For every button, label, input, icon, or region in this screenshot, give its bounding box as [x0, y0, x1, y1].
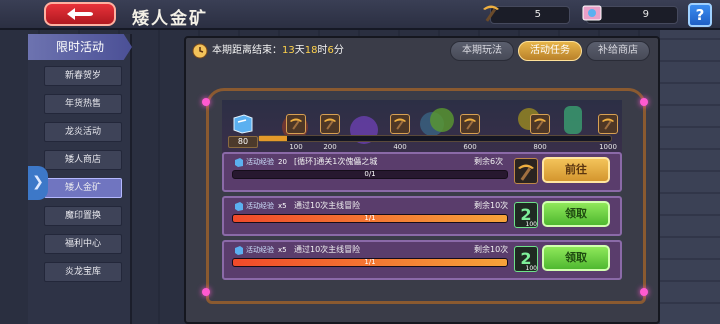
back-arrow-icon — [67, 8, 93, 20]
task-reward-qty: 20 — [278, 158, 287, 166]
frame-lamp — [640, 288, 648, 296]
milestone-reward-pickaxe-icon[interactable] — [460, 114, 480, 134]
task-reward-label: 活动经验 — [246, 158, 274, 166]
task-reward-label: 活动经验 — [246, 246, 274, 254]
task-progress-text: 0/1 — [364, 170, 376, 178]
help-button[interactable]: ? — [688, 3, 712, 27]
task-name: 通过10次主线冒险 — [294, 245, 361, 254]
milestone-label: 100 — [289, 143, 303, 151]
task-row: 活动经验 x5 通过10次主线冒险 剩余10次 1/1 2 100 领取 — [222, 240, 622, 280]
tab-gameplay[interactable]: 本期玩法 — [450, 41, 514, 61]
task-reward-qty: x5 — [278, 246, 287, 254]
timer-days: 13 — [282, 45, 295, 56]
pickaxe-icon — [483, 5, 499, 22]
sidebar-item-new-year-sale[interactable]: 年货热售 — [44, 94, 122, 114]
task-reward: 活动经验 20 — [234, 157, 287, 167]
experience-book-icon — [235, 201, 243, 211]
timer-prefix: 本期距离结束： — [212, 45, 282, 56]
task-item-qty: 100 — [525, 265, 537, 272]
task-progress-text: 1/1 — [364, 214, 376, 222]
experience-book-icon — [235, 245, 243, 255]
task-remaining: 剩余10次 — [474, 201, 509, 210]
experience-book-icon — [233, 114, 253, 134]
task-name: [循环]通关1次傀儡之城 — [294, 157, 378, 166]
background-wall — [660, 30, 720, 324]
tab-activity-tasks[interactable]: 活动任务 — [518, 41, 582, 61]
task-reward: 活动经验 x5 — [234, 245, 287, 255]
potion-flask — [564, 106, 582, 134]
claim-button[interactable]: 领取 — [542, 245, 610, 271]
task-reward-pickaxe-icon[interactable] — [514, 158, 538, 184]
sidebar-collapse-button[interactable]: ❯ — [28, 166, 48, 200]
page-title: 矮人金矿 — [132, 9, 208, 29]
task-progress-bar: 1/1 — [232, 258, 508, 267]
task-reward-token-icon[interactable]: 2 100 — [514, 246, 538, 272]
timer-days-unit: 天 — [294, 45, 305, 56]
sidebar-item-dragon-flame[interactable]: 龙炎活动 — [44, 122, 122, 142]
task-reward-label: 活动经验 — [246, 202, 274, 210]
timer-hours: 18 — [304, 45, 318, 56]
task-item-qty: 100 — [525, 221, 537, 228]
task-remaining: 剩余6次 — [474, 157, 504, 166]
go-button[interactable]: 前往 — [542, 157, 610, 183]
task-name: 通过10次主线冒险 — [294, 201, 361, 210]
pickaxe-counter: 5 — [490, 6, 570, 24]
milestone-label: 1000 — [599, 143, 617, 151]
claim-button[interactable]: 领取 — [542, 201, 610, 227]
task-row: 活动经验 x5 通过10次主线冒险 剩余10次 1/1 2 100 领取 — [222, 196, 622, 236]
task-progress-bar: 0/1 — [232, 170, 508, 179]
clock-icon — [192, 43, 208, 59]
experience-book-icon — [235, 157, 243, 167]
milestone-progress-bar — [258, 135, 612, 142]
milestone-reward-pickaxe-icon[interactable] — [286, 114, 306, 134]
frame-lamp — [640, 98, 648, 106]
frame-lamp — [202, 98, 210, 106]
task-progress-bar: 1/1 — [232, 214, 508, 223]
milestone-progress-fill — [259, 136, 288, 141]
milestone-label: 400 — [393, 143, 407, 151]
sidebar-item-rune-exchange[interactable]: 魔印置换 — [44, 206, 122, 226]
current-progress-badge: 80 — [228, 136, 258, 148]
sidebar-item-spring-festival[interactable]: 新春贺岁 — [44, 66, 122, 86]
back-button[interactable] — [44, 2, 116, 26]
milestone-label: 800 — [533, 143, 547, 151]
milestone-label: 600 — [463, 143, 477, 151]
task-row: 活动经验 20 [循环]通关1次傀儡之城 剩余6次 0/1 前往 — [222, 152, 622, 192]
sidebar-heading: 限时活动 — [28, 34, 132, 60]
timer-minutes-unit: 分 — [333, 45, 344, 56]
milestone-reward-pickaxe-icon[interactable] — [530, 114, 550, 134]
task-reward-token-icon[interactable]: 2 100 — [514, 202, 538, 228]
sidebar-item-flame-dragon-vault[interactable]: 炎龙宝库 — [44, 262, 122, 282]
sidebar-item-dwarf-shop[interactable]: 矮人商店 — [44, 150, 122, 170]
frame-lamp — [202, 288, 210, 296]
sidebar-item-dwarf-gold-mine[interactable]: 矮人金矿 — [44, 178, 122, 198]
task-remaining: 剩余10次 — [474, 245, 509, 254]
task-reward: 活动经验 x5 — [234, 201, 287, 211]
tab-supply-shop[interactable]: 补给商店 — [586, 41, 650, 61]
milestone-reward-pickaxe-icon[interactable] — [320, 114, 340, 134]
sidebar-item-welfare-center[interactable]: 福利中心 — [44, 234, 122, 254]
milestone-reward-pickaxe-icon[interactable] — [598, 114, 618, 134]
countdown-timer: 本期距离结束： 13 天 18 时 6 分 — [192, 42, 344, 60]
sealed-orb — [430, 108, 454, 132]
task-progress-text: 1/1 — [364, 258, 376, 266]
timer-hours-unit: 时 — [317, 45, 328, 56]
task-reward-qty: x5 — [278, 202, 287, 210]
gem-icon — [582, 5, 602, 21]
milestone-reward-pickaxe-icon[interactable] — [390, 114, 410, 134]
milestone-label: 200 — [323, 143, 337, 151]
